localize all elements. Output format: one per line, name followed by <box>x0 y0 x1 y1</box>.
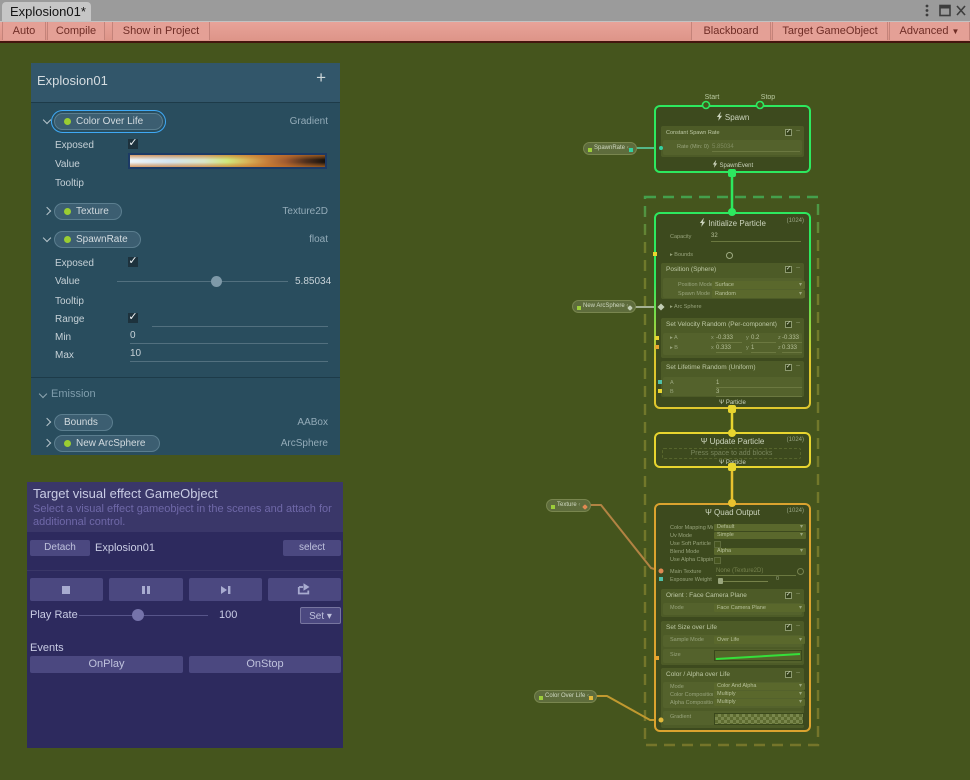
svg-text:Start: Start <box>705 94 720 101</box>
svg-text:Stop: Stop <box>761 94 776 101</box>
